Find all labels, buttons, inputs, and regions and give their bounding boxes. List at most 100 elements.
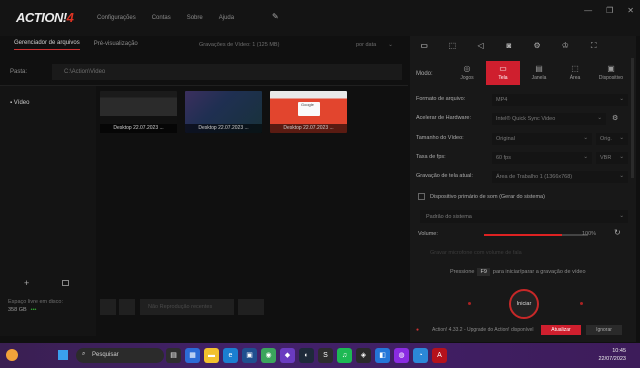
free-space-value: 358 GB ••• [8, 307, 37, 313]
start-icon[interactable] [58, 350, 68, 360]
menu-help[interactable]: Ajuda [219, 15, 234, 21]
settings-tabs: ▭ ⬚ ◁ ◙ ⚙ ♔ ⛶ [410, 36, 636, 56]
settings-panel: ▭ ⬚ ◁ ◙ ⚙ ♔ ⛶ Modo: ◎ Jogos ▭ Tela ▤ Janela… [410, 36, 636, 342]
hotkey-key: F9 [477, 268, 490, 276]
indicator-dot [580, 302, 583, 305]
path-field[interactable]: C:\Action\Video [52, 64, 402, 80]
menu-about[interactable]: Sobre [187, 15, 203, 21]
sort-select[interactable]: por data ⌄ [356, 42, 393, 48]
file-explorer-icon[interactable]: ▬ [204, 348, 219, 363]
delete-button[interactable] [238, 299, 264, 315]
volume-slider[interactable] [484, 234, 588, 236]
volume-percent: 100% [582, 231, 597, 237]
free-space-label: Espaço livre em disco: [8, 299, 64, 305]
tab-file-manager[interactable]: Gerenciador de arquivos [14, 40, 80, 50]
field-file-format: Formato de arquivo: MP4 ⌄ [416, 94, 628, 106]
mode-label: Modo: [416, 71, 433, 77]
video-size-extra[interactable]: Orig. ⌄ [596, 133, 628, 145]
taskbar-apps: ▤ ▦ ▬ e ▣ ◉ ◆ ◐ S ♫ ◈ ◧ ◍ ◔ A [166, 348, 447, 363]
search-icon: ⌕ [82, 351, 86, 357]
area-icon: ⬚ [571, 64, 579, 73]
add-folder-icon[interactable]: + [24, 278, 29, 288]
warning-icon: ● [416, 327, 420, 333]
speaker-icon[interactable]: ◁ [467, 36, 495, 56]
thumbnail-caption: Desktop 22.07.2023 ... [100, 124, 177, 133]
field-video-size: Tamanho do Vídeo: Original ⌄ Orig. ⌄ [416, 133, 628, 145]
reset-icon[interactable]: ↻ [614, 228, 621, 237]
tab-preview[interactable]: Pré-visualização [94, 41, 138, 50]
menu-accounts[interactable]: Contas [152, 15, 171, 21]
pen-icon[interactable]: ✎ [272, 12, 279, 21]
app-icon[interactable]: ◧ [375, 348, 390, 363]
field-screen-source: Gravação de tela atual: Área de Trabalho… [416, 171, 628, 183]
edge-icon[interactable]: e [223, 348, 238, 363]
taskbar-search[interactable]: ⌕ Pesquisar [76, 348, 164, 363]
gear-icon[interactable]: ⚙ [523, 36, 551, 56]
settings-scrollbar[interactable] [631, 58, 634, 178]
camera-icon[interactable]: ◙ [495, 36, 523, 56]
mode-window[interactable]: ▤ Janela [522, 61, 556, 85]
play-button[interactable] [100, 299, 116, 315]
mode-area[interactable]: ⬚ Área [558, 61, 592, 85]
app-icon[interactable]: ◍ [394, 348, 409, 363]
close-button[interactable]: ✕ [627, 6, 634, 15]
video-card-icon[interactable]: ⬚ [438, 36, 466, 56]
action-icon[interactable]: A [432, 348, 447, 363]
file-format-select[interactable]: MP4 ⌄ [492, 94, 628, 106]
hw-accel-select[interactable]: Intel® Quick Sync Video ⌄ [492, 113, 606, 125]
taskbar: ⌕ Pesquisar ▤ ▦ ▬ e ▣ ◉ ◆ ◐ S ♫ ◈ ◧ ◍ ◔ A… [0, 343, 640, 368]
mic-checkbox[interactable]: Dispositivo primário de som (Gerar do si… [418, 193, 545, 200]
restore-button[interactable]: ❐ [606, 6, 613, 15]
trophy-icon[interactable]: ♔ [551, 36, 579, 56]
recordings-summary: Gravações de Vídeo: 1 (125 MB) [199, 42, 280, 48]
indicator-dot [468, 302, 471, 305]
store-icon[interactable]: ▣ [242, 348, 257, 363]
app-icon[interactable]: ◔ [413, 348, 428, 363]
recording-thumbnail[interactable]: Desktop 22.07.2023 ... [100, 91, 177, 133]
recording-thumbnail[interactable]: Desktop 22.07.2023 ... [185, 91, 262, 133]
fullscreen-icon[interactable]: ⛶ [580, 36, 608, 56]
pause-button[interactable] [119, 299, 135, 315]
gear-icon[interactable]: ⚙ [612, 114, 618, 122]
minimize-button[interactable]: — [584, 6, 592, 15]
record-button[interactable]: Iniciar [509, 289, 539, 319]
screen-source-select[interactable]: Área de Trabalho 1 (1366x768) ⌄ [492, 171, 628, 183]
title-bar: ACTION!4 Configurações Contas Sobre Ajud… [0, 0, 640, 36]
weather-icon[interactable] [6, 349, 18, 361]
chevron-down-icon: ⌄ [388, 42, 393, 48]
mode-screen[interactable]: ▭ Tela [486, 61, 520, 85]
ignore-button[interactable]: Ignorar [586, 325, 622, 335]
audio-device-select[interactable]: Padrão do sistema ⌄ [420, 210, 628, 223]
spotify-icon[interactable]: ♫ [337, 348, 352, 363]
bitrate-mode-select[interactable]: VBR ⌄ [596, 152, 628, 164]
steam-icon[interactable]: ◐ [299, 348, 314, 363]
fps-select[interactable]: 60 fps ⌄ [492, 152, 592, 164]
field-hw-accel: Acelerar de Hardware: Intel® Quick Sync … [416, 113, 628, 125]
monitor-icon[interactable]: ▭ [410, 36, 438, 56]
app-icon[interactable]: ◈ [356, 348, 371, 363]
clock[interactable]: 10:45 22/07/2023 [598, 347, 626, 363]
gamepad-icon: ◎ [463, 64, 471, 73]
app-icon[interactable]: ◆ [280, 348, 295, 363]
sidebar-item-video[interactable]: ▪ Vídeo [10, 100, 29, 106]
path-label: Pasta: [10, 69, 28, 75]
update-message: Action! 4.33.2 - Upgrade do Action! disp… [432, 327, 534, 333]
update-button[interactable]: Atualizar [541, 325, 581, 335]
playback-status: Não Reprodução recentes [140, 299, 234, 315]
update-bar: ● Action! 4.33.2 - Upgrade do Action! di… [410, 325, 636, 337]
recording-thumbnail[interactable]: Google Desktop 22.07.2023 ... [270, 91, 347, 133]
task-view-icon[interactable]: ▤ [166, 348, 181, 363]
mode-device[interactable]: ▣ Dispositivo [594, 61, 628, 85]
save-icon[interactable] [62, 280, 69, 286]
app-icon[interactable]: S [318, 348, 333, 363]
mode-games[interactable]: ◎ Jogos [450, 61, 484, 85]
mode-selector: ◎ Jogos ▭ Tela ▤ Janela ⬚ Área ▣ Dispositivo [450, 61, 628, 85]
widgets-icon[interactable]: ▦ [185, 348, 200, 363]
menu-settings[interactable]: Configurações [97, 15, 136, 21]
app-logo: ACTION!4 [16, 10, 74, 25]
screen-icon: ▭ [499, 64, 507, 73]
volume-label: Volume: [418, 231, 438, 237]
video-size-select[interactable]: Original ⌄ [492, 133, 592, 145]
chrome-icon[interactable]: ◉ [261, 348, 276, 363]
playback-bar: Não Reprodução recentes [100, 299, 266, 315]
